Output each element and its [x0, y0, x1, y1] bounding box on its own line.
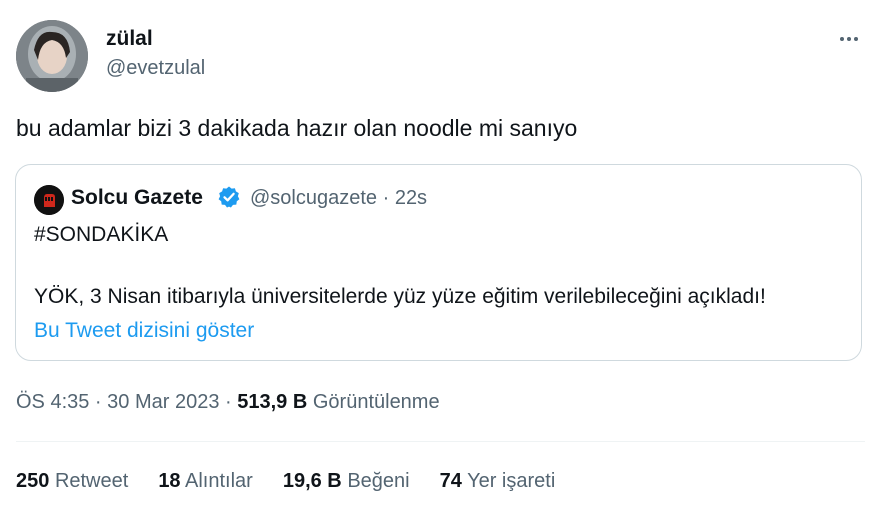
tweet-text: bu adamlar bizi 3 dakikada hazır olan no…: [16, 115, 578, 141]
quoted-tweet[interactable]: Solcu Gazete @solcugazete · 22s #SONDAKİ…: [15, 164, 862, 361]
engagement-stats: 250 Retweet 18 Alıntılar 19,6 B Beğeni 7…: [16, 470, 585, 493]
quoted-text: YÖK, 3 Nisan itibarıyla üniversitelerde …: [34, 285, 766, 308]
views-count: 513,9 B: [237, 391, 308, 413]
stat-label: Yer işareti: [467, 470, 556, 492]
divider: [16, 441, 865, 442]
quoted-display-name: Solcu Gazete: [71, 186, 203, 209]
stat-count: 19,6 B: [282, 470, 342, 492]
stat-count: 74: [439, 470, 462, 492]
tweet: zülal @evetzulal bu adamlar bizi 3 dakik…: [0, 0, 881, 507]
tweet-meta: ÖS 4:35 · 30 Mar 2023 · 513,9 B Görüntül…: [16, 391, 440, 414]
fist-logo-icon: [34, 185, 64, 215]
stat-bookmarks[interactable]: 74 Yer işareti: [440, 470, 556, 493]
avatar[interactable]: [16, 20, 88, 92]
author-handle[interactable]: @evetzulal: [106, 57, 205, 80]
stat-label: Retweet: [54, 470, 129, 492]
quoted-hashtag[interactable]: #SONDAKİKA: [34, 223, 168, 247]
stat-label: Beğeni: [347, 470, 410, 492]
tweet-timestamp[interactable]: ÖS 4:35 · 30 Mar 2023 ·: [16, 391, 237, 413]
stat-retweets[interactable]: 250 Retweet: [16, 470, 128, 493]
views-label: Görüntülenme: [307, 391, 440, 413]
verified-badge-icon: [217, 185, 241, 209]
stat-count: 18: [158, 470, 181, 492]
show-thread-link[interactable]: Bu Tweet dizisini göster: [34, 319, 254, 343]
author-display-name[interactable]: zülal: [106, 27, 153, 51]
more-icon[interactable]: [835, 28, 863, 50]
stat-label: Alıntılar: [185, 470, 253, 492]
quoted-handle-time: @solcugazete · 22s: [250, 187, 428, 209]
stat-likes[interactable]: 19,6 B Beğeni: [283, 470, 410, 493]
stat-quotes[interactable]: 18 Alıntılar: [158, 470, 253, 493]
stat-count: 250: [16, 470, 50, 492]
